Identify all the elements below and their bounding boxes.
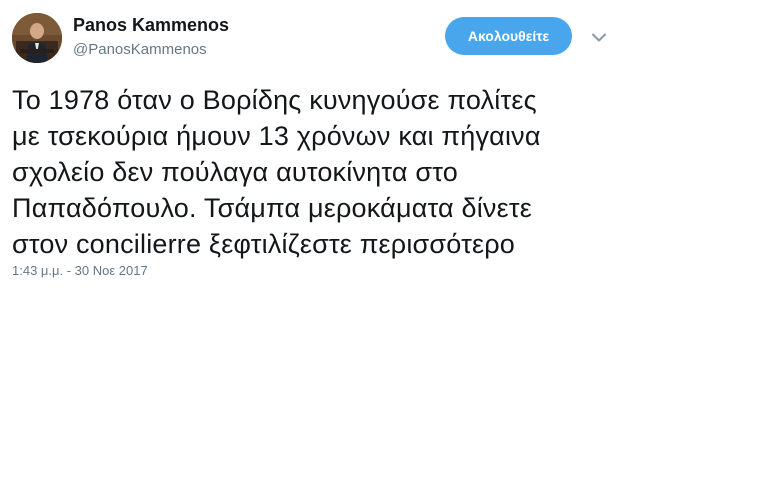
following-button[interactable]: Ακολουθείτε: [445, 17, 572, 55]
profile-photo-icon: [12, 13, 62, 63]
author-handle[interactable]: @PanosKammenos: [73, 41, 207, 58]
avatar[interactable]: [12, 13, 62, 63]
tweet-text: Το 1978 όταν ο Βορίδης κυνηγούσε πολίτες…: [12, 82, 652, 262]
tweet-text-line: Το 1978 όταν ο Βορίδης κυνηγούσε πολίτες: [12, 85, 537, 115]
tweet-text-line: με τσεκούρια ήμουν 13 χρόνων και πήγαινα: [12, 121, 541, 151]
tweet-text-line: στον concilierre ξεφτιλίζεστε περισσότερ…: [12, 229, 515, 259]
tweet-timestamp[interactable]: 1:43 μ.μ. - 30 Νοε 2017: [12, 263, 148, 278]
more-options-button[interactable]: [588, 26, 610, 48]
chevron-down-icon: [592, 33, 606, 41]
tweet-card: Panos Kammenos @PanosKammenos Ακολουθείτ…: [0, 0, 770, 485]
tweet-text-line: Παπαδόπουλο. Τσάμπα μεροκάματα δίνετε: [12, 193, 532, 223]
author-name[interactable]: Panos Kammenos: [73, 15, 229, 36]
tweet-text-line: σχολείο δεν πούλαγα αυτοκίνητα στο: [12, 157, 458, 187]
